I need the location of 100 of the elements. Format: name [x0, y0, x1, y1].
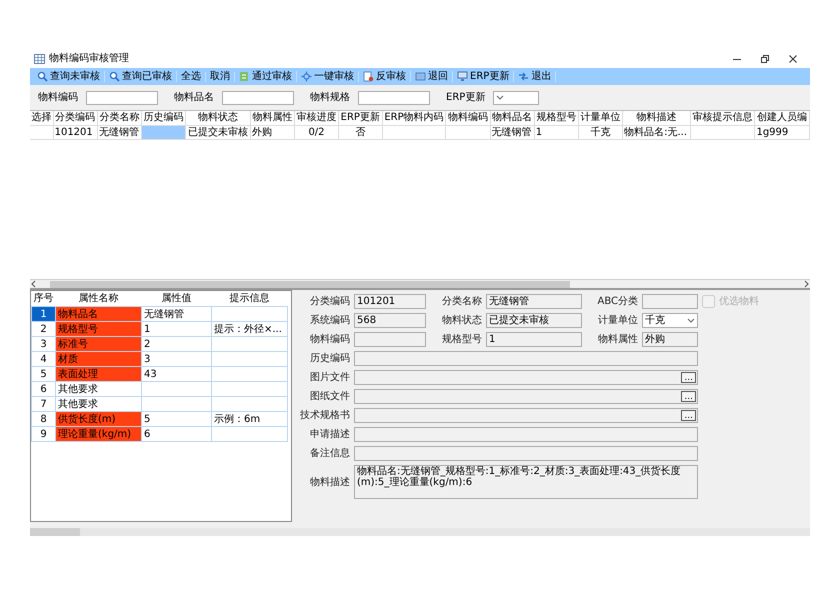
input-field[interactable]: 无缝钢管 — [486, 294, 582, 309]
toolbar-button[interactable]: 退出 — [514, 71, 556, 82]
table-cell[interactable]: 材质 — [56, 352, 142, 366]
input-field[interactable] — [358, 90, 430, 104]
row-number-cell[interactable]: 1 — [32, 306, 56, 322]
horizontal-scrollbar[interactable] — [30, 528, 810, 536]
table-cell[interactable] — [212, 352, 288, 366]
table-cell[interactable]: 外购 — [250, 125, 294, 139]
table-cell[interactable] — [212, 382, 288, 396]
input-field[interactable]: 101201 — [354, 294, 426, 309]
input-field[interactable]: ... — [354, 408, 698, 423]
table-cell[interactable]: 5 — [142, 412, 212, 426]
toolbar-button[interactable]: 取消 — [206, 72, 235, 82]
chevron-right-icon[interactable] — [802, 280, 810, 288]
column-header[interactable]: 物料状态 — [186, 111, 250, 125]
toolbar-button[interactable]: 反审核 — [359, 71, 411, 82]
column-header[interactable]: 物料属性 — [250, 111, 294, 125]
browse-button[interactable]: ... — [681, 372, 696, 383]
table-cell[interactable]: 规格型号 — [56, 322, 142, 336]
input-field[interactable]: 568 — [354, 313, 426, 328]
column-header[interactable]: 序号 — [32, 291, 56, 306]
table-cell[interactable]: 已提交未审核 — [186, 125, 250, 139]
table-cell[interactable] — [142, 396, 212, 412]
table-cell[interactable] — [30, 125, 54, 139]
column-header[interactable]: 物料编码 — [446, 111, 490, 125]
input-field[interactable] — [86, 90, 158, 104]
column-header[interactable]: 分类编码 — [53, 111, 98, 125]
table-cell[interactable]: 表面处理 — [56, 366, 142, 382]
input-field[interactable] — [354, 351, 698, 366]
input-field[interactable]: ... — [354, 370, 698, 385]
column-header[interactable]: 属性值 — [142, 291, 212, 306]
row-number-cell[interactable]: 7 — [32, 396, 56, 412]
table-cell[interactable]: 物料品名:无... — [622, 125, 690, 139]
table-cell[interactable] — [212, 366, 288, 382]
table-cell[interactable]: 1 — [534, 125, 578, 139]
toolbar-button[interactable]: 一键审核 — [297, 71, 359, 82]
table-cell[interactable] — [141, 125, 186, 139]
input-field[interactable]: ... — [354, 389, 698, 404]
table-cell[interactable]: 无缝钢管 — [490, 125, 534, 139]
table-cell[interactable]: 否 — [338, 125, 382, 139]
table-cell[interactable]: 0/2 — [294, 125, 339, 139]
table-cell[interactable]: 物料品名 — [56, 306, 142, 322]
table-cell[interactable]: 1 — [142, 322, 212, 336]
toolbar-button[interactable]: 全选 — [177, 72, 206, 82]
table-cell[interactable]: 千克 — [578, 125, 623, 139]
column-header[interactable]: 物料品名 — [490, 111, 534, 125]
input-field[interactable] — [642, 294, 698, 309]
input-field[interactable]: 已提交未审核 — [486, 313, 582, 328]
toolbar-button[interactable]: ERP更新 — [453, 71, 514, 82]
column-header[interactable]: ERP更新 — [338, 111, 382, 125]
column-header[interactable]: 分类名称 — [97, 111, 142, 125]
input-field[interactable]: 1 — [486, 332, 582, 347]
close-icon[interactable] — [788, 54, 798, 64]
column-header[interactable]: 物料描述 — [622, 111, 690, 125]
table-cell[interactable] — [212, 306, 288, 322]
table-cell[interactable] — [382, 125, 446, 139]
column-header[interactable]: 创建人员编 — [754, 111, 810, 125]
column-header[interactable]: 审核进度 — [294, 111, 339, 125]
table-cell[interactable]: 43 — [142, 366, 212, 382]
scrollbar-thumb[interactable] — [30, 528, 80, 536]
input-field[interactable] — [354, 446, 698, 461]
restore-icon[interactable] — [760, 54, 770, 64]
table-cell[interactable]: 1g999 — [754, 125, 810, 139]
dropdown-field[interactable] — [493, 90, 540, 104]
toolbar-button[interactable]: 退回 — [411, 71, 453, 82]
table-cell[interactable] — [690, 125, 755, 139]
table-cell[interactable]: 理论重量(kg/m) — [56, 426, 142, 442]
input-field[interactable] — [354, 427, 698, 442]
table-cell[interactable]: 示例：6m — [212, 412, 288, 426]
table-cell[interactable]: 2 — [142, 336, 212, 352]
text-area[interactable]: 物料品名:无缝钢管_规格型号:1_标准号:2_材质:3_表面处理:43_供货长度(m):5_理论重量(kg/m):6 — [354, 465, 698, 499]
toolbar-button[interactable]: 查询已审核 — [105, 71, 177, 82]
table-cell[interactable]: 其他要求 — [56, 382, 142, 396]
table-cell[interactable] — [212, 426, 288, 442]
column-header[interactable]: 历史编码 — [141, 111, 186, 125]
input-field[interactable]: 外购 — [642, 332, 698, 347]
column-header[interactable]: 选择 — [30, 111, 54, 125]
column-header[interactable]: 规格型号 — [534, 111, 578, 125]
scrollbar-thumb[interactable] — [50, 280, 570, 288]
table-cell[interactable]: 供货长度(m) — [56, 412, 142, 426]
table-cell[interactable]: 3 — [142, 352, 212, 366]
table-cell[interactable] — [446, 125, 490, 139]
chevron-left-icon[interactable] — [30, 280, 38, 288]
browse-button[interactable]: ... — [681, 391, 696, 402]
toolbar-button[interactable]: 通过审核 — [235, 71, 297, 82]
table-cell[interactable]: 标准号 — [56, 336, 142, 352]
browse-button[interactable]: ... — [681, 410, 696, 421]
table-cell[interactable] — [212, 336, 288, 352]
column-header[interactable]: 属性名称 — [56, 291, 142, 306]
column-header[interactable]: 提示信息 — [212, 291, 288, 306]
column-header[interactable]: ERP物料内码 — [382, 111, 446, 125]
column-header[interactable]: 计量单位 — [578, 111, 623, 125]
table-cell[interactable]: 6 — [142, 426, 212, 442]
column-header[interactable]: 审核提示信息 — [690, 111, 755, 125]
row-number-cell[interactable]: 6 — [32, 382, 56, 396]
dropdown-field[interactable]: 千克 — [642, 313, 698, 328]
table-cell[interactable]: 无缝钢管 — [142, 306, 212, 322]
toolbar-button[interactable]: 查询未审核 — [33, 71, 105, 82]
table-cell[interactable] — [142, 382, 212, 396]
input-field[interactable] — [222, 90, 294, 104]
